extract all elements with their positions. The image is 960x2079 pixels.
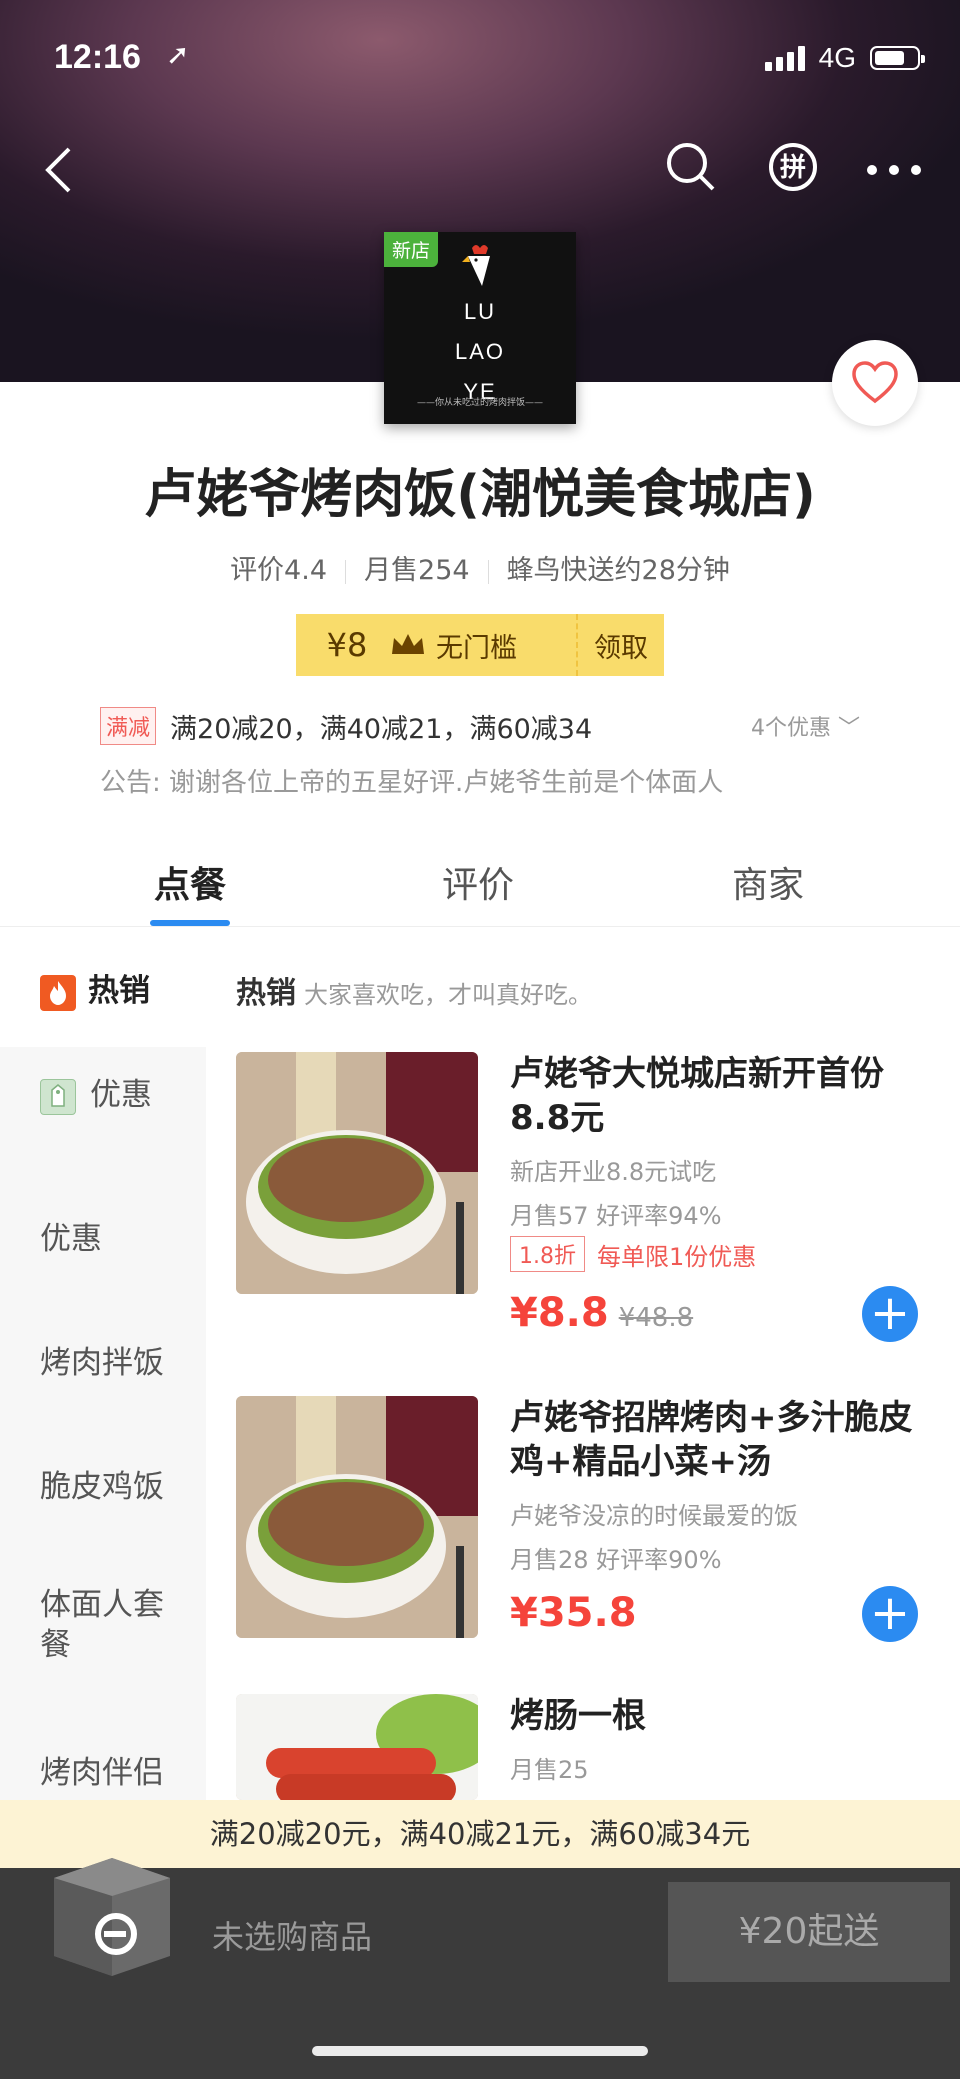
product-subtitle: 新店开业8.8元试吃 bbox=[510, 1158, 717, 1186]
network-type: 4G bbox=[818, 42, 856, 73]
new-store-badge: 新店 bbox=[384, 232, 439, 267]
sidebar-item-label: 烤肉拌饭 bbox=[40, 1345, 164, 1381]
price-current: ¥35.8 bbox=[510, 1590, 637, 1636]
location-arrow-icon: ➚ bbox=[166, 38, 190, 71]
product-stats: 月售25 bbox=[510, 1756, 589, 1784]
add-to-cart-button[interactable]: + bbox=[862, 1586, 918, 1642]
product-price: ¥8.8 ¥48.8 bbox=[510, 1290, 693, 1336]
more-icon[interactable] bbox=[864, 150, 924, 190]
section-header: 热销 大家喜欢吃，才叫真好吃。 bbox=[236, 968, 592, 1012]
discount-rate-badge: 1.8折 bbox=[510, 1236, 585, 1272]
discount-limit: 每单限1份优惠 bbox=[597, 1242, 757, 1271]
price-original: ¥48.8 bbox=[618, 1303, 694, 1333]
sidebar-item-label: 优惠 bbox=[40, 1221, 102, 1257]
product-stats: 月售57 好评率94% bbox=[510, 1202, 722, 1230]
category-sidebar: 热销 优惠 优惠 烤肉拌饭 脆皮鸡饭 体面人套餐 烤肉伴侣 bbox=[0, 927, 206, 1927]
sidebar-item-label: 脆皮鸡饭 bbox=[40, 1469, 164, 1505]
signal-icon bbox=[764, 45, 805, 71]
tab-underline bbox=[150, 920, 230, 926]
product-title[interactable]: 卢姥爷大悦城店新开首份8.8元 bbox=[510, 1052, 920, 1140]
logo-line: LAO bbox=[454, 339, 506, 364]
sidebar-item-label: 热销 bbox=[88, 973, 150, 1009]
chevron-down-icon: ﹀ bbox=[837, 716, 860, 741]
shop-logo: 新店 LU LAO YE ——你从未吃过的烤肉拌饭—— bbox=[384, 232, 576, 424]
status-bar: 12:16 ➚ 4G bbox=[54, 38, 925, 82]
coupon-condition: 无门槛 bbox=[436, 632, 517, 664]
fire-icon bbox=[40, 974, 76, 1011]
promo-text: 满20减20，满40减21，满60减34 bbox=[170, 713, 593, 745]
price-current: ¥8.8 bbox=[510, 1290, 609, 1336]
battery-icon bbox=[870, 46, 925, 70]
product-stats: 月售28 好评率90% bbox=[510, 1546, 722, 1574]
group-order-icon[interactable]: 拼 bbox=[766, 140, 820, 194]
shop-name: 卢姥爷烤肉饭(潮悦美食城店) bbox=[144, 465, 816, 525]
home-indicator[interactable] bbox=[312, 2046, 648, 2056]
product-image[interactable] bbox=[236, 1052, 478, 1294]
product-image[interactable] bbox=[236, 1396, 478, 1638]
product-title[interactable]: 烤肠一根 bbox=[510, 1694, 920, 1738]
heart-icon bbox=[852, 361, 898, 404]
cart-box-icon[interactable] bbox=[44, 1838, 180, 1978]
product-image[interactable] bbox=[236, 1694, 478, 1800]
min-order-button[interactable]: ¥20起送 bbox=[668, 1882, 950, 1982]
tab-merchant[interactable]: 商家 bbox=[732, 856, 804, 908]
promo-count: 4个优惠 bbox=[750, 716, 831, 741]
coupon-amount: ¥8 bbox=[326, 626, 368, 664]
logo-brand-text: LU LAO YE bbox=[384, 292, 576, 412]
shop-monthly-sales: 月售254 bbox=[364, 555, 470, 586]
cart-empty-text: 未选购商品 bbox=[212, 1918, 373, 1956]
tab-order[interactable]: 点餐 bbox=[154, 856, 226, 908]
svg-text:拼: 拼 bbox=[780, 153, 806, 183]
rooster-icon bbox=[462, 245, 490, 286]
status-time: 12:16 bbox=[54, 38, 141, 76]
claim-coupon-button[interactable]: 领取 bbox=[578, 626, 664, 665]
shop-rating: 评价4.4 bbox=[230, 555, 328, 586]
promo-tag: 满减 bbox=[100, 707, 157, 745]
logo-tagline: ——你从未吃过的烤肉拌饭—— bbox=[416, 398, 543, 408]
sidebar-item-label: 烤肉伴侣 bbox=[40, 1755, 164, 1791]
search-icon[interactable] bbox=[664, 140, 718, 194]
back-icon[interactable] bbox=[32, 140, 84, 200]
shop-delivery-time: 蜂鸟快送约28分钟 bbox=[506, 555, 730, 586]
sidebar-item-label: 优惠 bbox=[90, 1077, 152, 1113]
coupon-card[interactable]: ¥8 无门槛 领取 bbox=[296, 614, 664, 676]
promo-count-toggle[interactable]: 4个优惠 ﹀ bbox=[751, 710, 860, 742]
product-subtitle: 卢姥爷没凉的时候最爱的饭 bbox=[510, 1502, 798, 1530]
shop-meta: 评价4.4 月售254 蜂鸟快送约28分钟 bbox=[0, 548, 960, 587]
logo-line: LU bbox=[463, 299, 497, 324]
discount-tag-icon bbox=[40, 1078, 76, 1115]
crown-icon bbox=[392, 634, 424, 654]
sidebar-item-hot[interactable]: 热销 bbox=[0, 927, 206, 1047]
shop-notice: 公告: 谢谢各位上帝的五星好评.卢姥爷生前是个体面人 bbox=[100, 768, 724, 798]
tab-bar: 点餐 评价 商家 bbox=[0, 856, 960, 927]
section-subtitle: 大家喜欢吃，才叫真好吃。 bbox=[304, 981, 592, 1009]
section-title: 热销 bbox=[236, 976, 296, 1011]
product-discount: 1.8折 每单限1份优惠 bbox=[510, 1236, 756, 1272]
favorite-button[interactable] bbox=[832, 340, 918, 426]
tab-reviews[interactable]: 评价 bbox=[442, 856, 514, 908]
promo-row[interactable]: 满减 满20减20，满40减21，满60减34 4个优惠 ﹀ bbox=[100, 706, 860, 746]
add-to-cart-button[interactable]: + bbox=[862, 1286, 918, 1342]
sidebar-item-label: 体面人套餐 bbox=[40, 1587, 164, 1663]
product-price: ¥35.8 bbox=[510, 1590, 637, 1636]
product-title[interactable]: 卢姥爷招牌烤肉+多汁脆皮鸡+精品小菜+汤 bbox=[510, 1396, 920, 1484]
